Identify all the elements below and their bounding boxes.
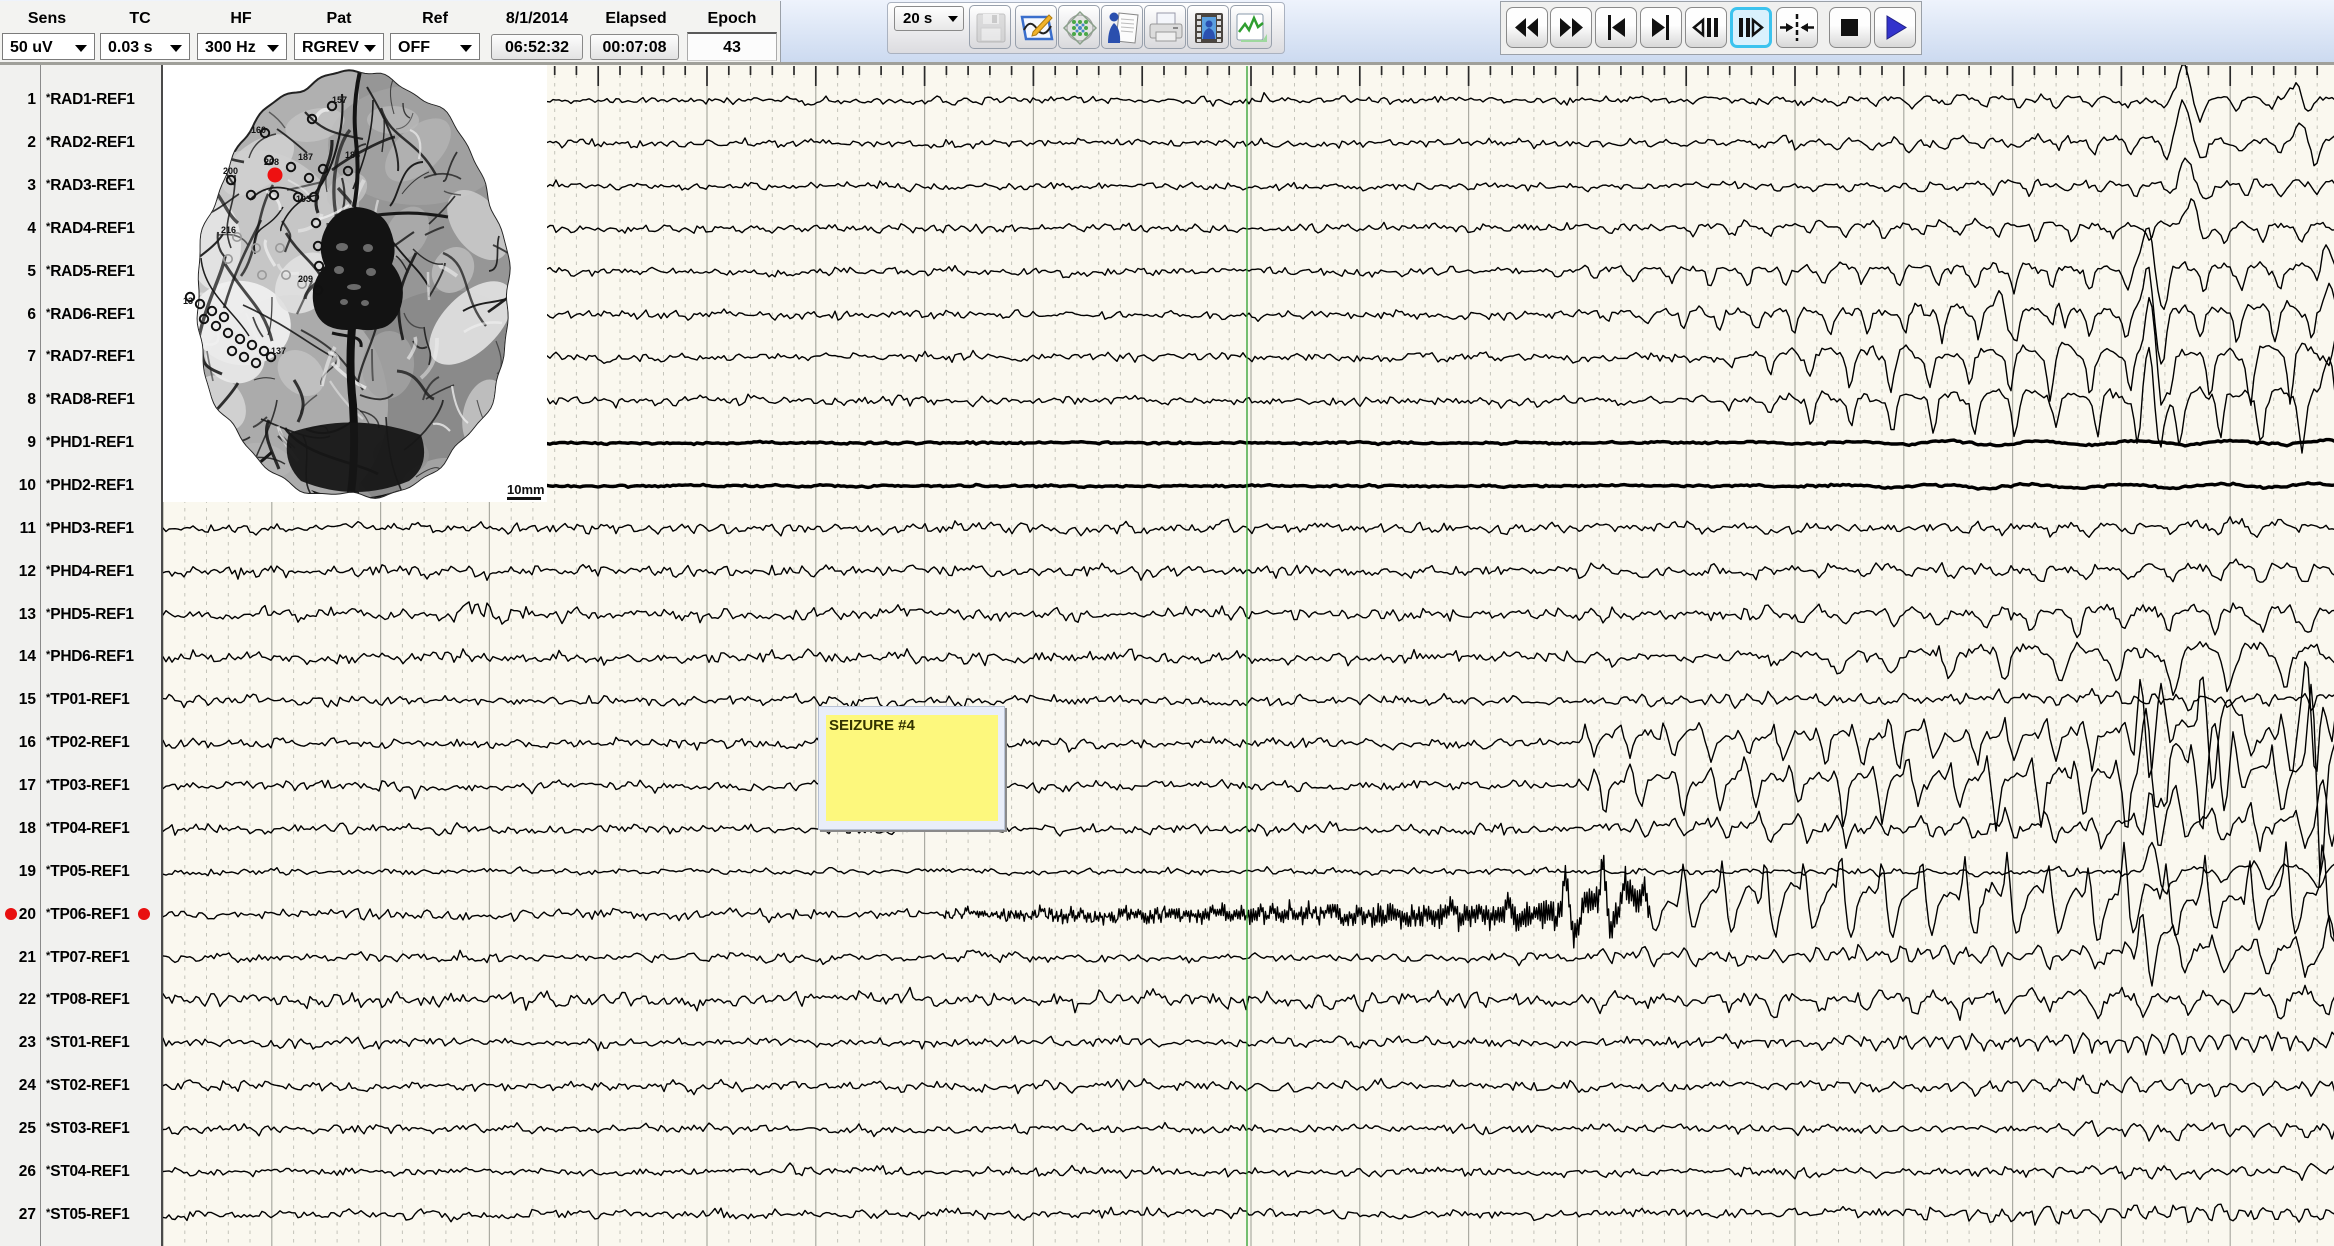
svg-text:216: 216 [221,225,236,235]
svg-text:193: 193 [296,194,311,204]
svg-text:200: 200 [223,166,238,176]
svg-text:137: 137 [271,346,286,356]
svg-text:157: 157 [332,95,347,105]
svg-text:185: 185 [345,150,360,160]
svg-text:187: 187 [298,152,313,162]
svg-text:208: 208 [264,157,279,167]
svg-text:13: 13 [183,296,193,306]
svg-text:10mm: 10mm [507,482,545,497]
svg-text:209: 209 [298,274,313,284]
svg-text:160: 160 [251,125,266,135]
